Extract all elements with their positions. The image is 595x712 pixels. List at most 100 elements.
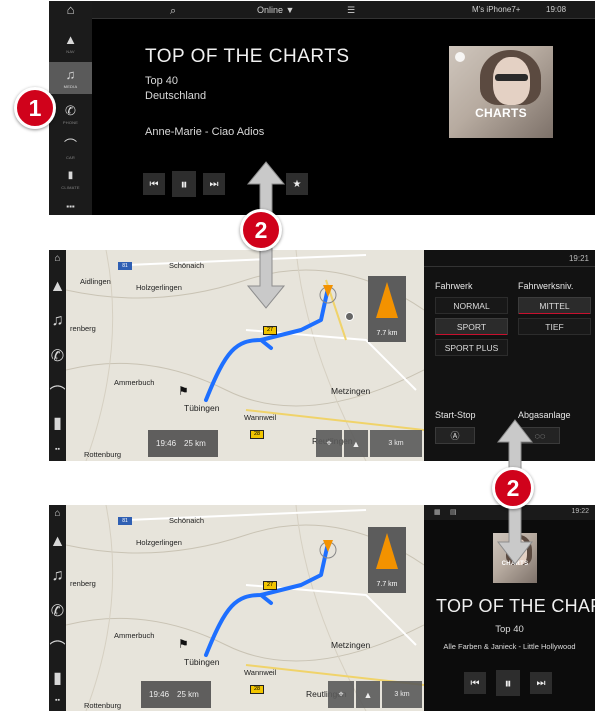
rail-home[interactable]: ⌂ bbox=[49, 3, 92, 17]
phone-icon[interactable]: ✆ bbox=[49, 346, 66, 366]
fahrwerk-label: Fahrwerk bbox=[435, 281, 473, 291]
list-icon[interactable]: ☰ bbox=[347, 5, 355, 16]
start-stop-label: Start-Stop bbox=[435, 410, 476, 420]
home-icon[interactable]: ⌂ bbox=[49, 253, 66, 264]
place-wannweil: Wannweil bbox=[244, 413, 277, 422]
grid-icon[interactable]: ▦ bbox=[434, 508, 441, 516]
place-holzgerlingen: Holzgerlingen bbox=[136, 538, 182, 547]
station-subtitle: Top 40 bbox=[495, 624, 524, 635]
place-metzingen: Metzingen bbox=[331, 640, 371, 650]
navigation-icon[interactable]: ▲ bbox=[49, 533, 66, 551]
place-metzingen: Metzingen bbox=[331, 386, 371, 396]
next-button[interactable]: ⏭ bbox=[530, 672, 552, 694]
niveau-mittel[interactable]: MITTEL bbox=[518, 297, 591, 314]
rail-item-nav[interactable]: ▲ NAV bbox=[49, 27, 92, 57]
favorite-button[interactable]: ★ bbox=[286, 173, 308, 195]
road-shield-27: 27 bbox=[263, 326, 277, 335]
map-view-button[interactable]: ⌖ bbox=[328, 681, 354, 708]
place-aidlingen: Aidlingen bbox=[80, 277, 111, 286]
thermometer-icon[interactable]: ▮ bbox=[49, 413, 66, 433]
next-turn-distance: 7.7 km bbox=[376, 581, 398, 588]
side-rail-compact: ⌂ ▲ ♫ ✆ ⌒ ▮ ▪▪ bbox=[49, 250, 66, 461]
clock: 19:21 bbox=[568, 254, 589, 263]
car-icon: ⌒ bbox=[63, 138, 77, 153]
car-icon[interactable]: ⌒ bbox=[49, 635, 66, 659]
next-turn-card: 7.7 km bbox=[368, 527, 406, 593]
destination-flag-icon: ⚑ bbox=[178, 637, 189, 651]
callout-badge-2b: 2 bbox=[492, 467, 534, 509]
cover-label: CHARTS bbox=[475, 106, 527, 120]
map-scale: 3 km bbox=[382, 681, 422, 708]
music-note-icon[interactable]: ♫ bbox=[49, 312, 66, 330]
album-cover: CHARTS bbox=[449, 46, 553, 138]
map-view[interactable]: Schönaich Holzgerlingen renberg Ammerbuc… bbox=[66, 505, 424, 711]
thermometer-icon: ▮ bbox=[67, 170, 74, 181]
destination-flag-icon: ⚑ bbox=[178, 384, 189, 398]
eta-box[interactable]: 19:46 25 km bbox=[141, 681, 211, 708]
music-note-icon[interactable]: ♫ bbox=[49, 567, 66, 585]
next-button[interactable]: ⏭ bbox=[203, 173, 225, 195]
place-schonaich: Schönaich bbox=[169, 516, 205, 525]
place-herrenberg: renberg bbox=[70, 324, 96, 333]
map-scale: 3 km bbox=[370, 430, 422, 457]
direction-arrow-icon bbox=[376, 533, 398, 569]
map-view-button[interactable]: ⌖ bbox=[316, 430, 342, 457]
pause-button[interactable]: ⏸ bbox=[496, 670, 520, 696]
map-view-icon: ⌖ bbox=[338, 689, 344, 699]
track-title: Anne-Marie - Ciao Adios bbox=[145, 126, 265, 138]
clock: 19:22 bbox=[571, 508, 589, 515]
fahrwerk-sport-plus[interactable]: SPORT PLUS bbox=[435, 339, 508, 356]
pause-button[interactable]: ⏸ bbox=[172, 171, 196, 197]
direction-arrow-icon bbox=[376, 282, 398, 318]
place-ammerbuch: Ammerbuch bbox=[114, 378, 155, 387]
eta-distance: 25 km bbox=[184, 439, 206, 448]
eta-time: 19:46 bbox=[156, 439, 177, 448]
rail-item-media[interactable]: ♫ MEDIA bbox=[49, 62, 92, 94]
navigation-icon[interactable]: ▲ bbox=[49, 278, 66, 296]
place-rottenburg: Rottenburg bbox=[84, 450, 122, 459]
previous-button[interactable]: ⏮ bbox=[464, 672, 486, 694]
niveau-tief[interactable]: TIEF bbox=[518, 318, 591, 335]
app-grid-icon[interactable]: ▪▪ bbox=[49, 697, 66, 704]
rail-item-climate[interactable]: ▮ CLIMATE bbox=[49, 166, 92, 196]
zoom-minus-button[interactable] bbox=[345, 312, 354, 321]
callout-badge-2: 2 bbox=[240, 209, 282, 251]
place-ammerbuch: Ammerbuch bbox=[114, 631, 155, 640]
rail-item-car[interactable]: ⌒ CAR bbox=[49, 134, 92, 164]
exhaust-icon: ◌◌ bbox=[534, 430, 546, 441]
app-grid-icon: ▪▪▪ bbox=[66, 202, 75, 211]
phone-icon: ✆ bbox=[65, 103, 76, 118]
car-icon[interactable]: ⌒ bbox=[49, 380, 66, 404]
station-title: TOP OF THE CHARTS bbox=[145, 46, 350, 67]
eta-time: 19:46 bbox=[149, 690, 170, 699]
station-region: Deutschland bbox=[145, 90, 207, 102]
app-grid-icon[interactable]: ▪▪ bbox=[49, 446, 66, 453]
fahrwerk-normal[interactable]: NORMAL bbox=[435, 297, 508, 314]
place-wannweil: Wannweil bbox=[244, 668, 277, 677]
search-icon[interactable]: ⌕ bbox=[170, 5, 176, 18]
eta-distance: 25 km bbox=[177, 690, 199, 699]
place-tubingen: Tübingen bbox=[184, 403, 220, 413]
next-turn-card: 7.7 km bbox=[368, 276, 406, 342]
home-icon[interactable]: ⌂ bbox=[49, 508, 66, 519]
compass-icon: ▲ bbox=[363, 689, 373, 700]
fahrwerk-sport[interactable]: SPORT bbox=[435, 318, 508, 335]
road-shield-81: 81 bbox=[118, 517, 132, 525]
signal-icon: ▤ bbox=[450, 509, 457, 516]
auto-start-stop-icon: Ⓐ bbox=[450, 431, 460, 441]
track-title: Alle Farben & Janieck - Little Hollywood bbox=[443, 642, 576, 651]
road-shield-81: 81 bbox=[118, 262, 132, 270]
rail-item-apps[interactable]: ▪▪▪ bbox=[49, 200, 92, 214]
north-up-button[interactable]: ▲ bbox=[356, 681, 380, 708]
phone-icon[interactable]: ✆ bbox=[49, 601, 66, 621]
thermometer-icon[interactable]: ▮ bbox=[49, 668, 66, 688]
start-stop-toggle[interactable]: Ⓐ bbox=[435, 427, 475, 444]
transport-controls: ⏮ ⏸ ⏭ bbox=[464, 670, 552, 696]
status-bar: ⌕ Online ▼ ☰ M's iPhone7+ 19:08 bbox=[92, 1, 595, 19]
previous-button[interactable]: ⏮ bbox=[143, 173, 165, 195]
source-selector[interactable]: Online ▼ bbox=[257, 5, 294, 15]
north-up-button[interactable]: ▲ bbox=[344, 430, 368, 457]
place-schonaich: Schönaich bbox=[169, 261, 205, 270]
eta-box[interactable]: 19:46 25 km bbox=[148, 430, 218, 457]
callout-badge-1: 1 bbox=[14, 87, 56, 129]
